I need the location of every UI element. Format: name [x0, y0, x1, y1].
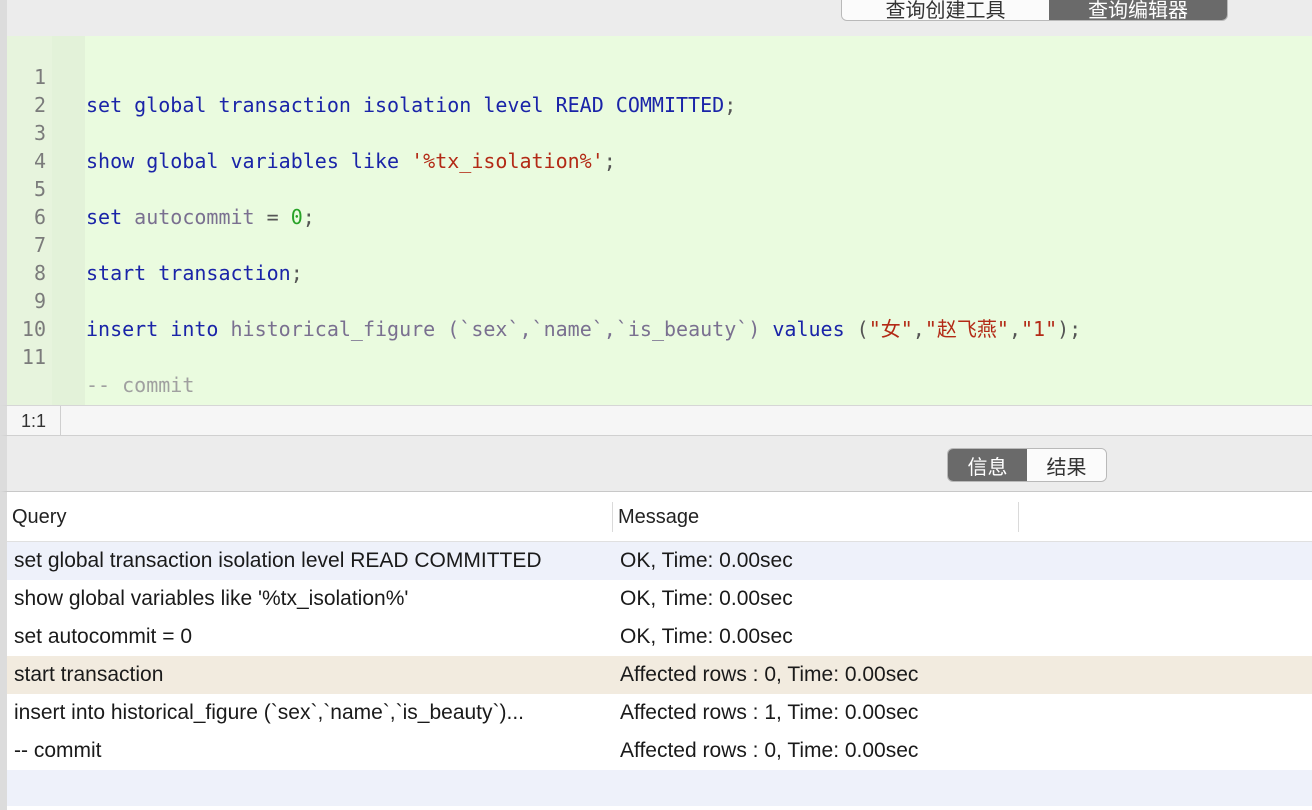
sql-editor[interactable]: 1 set global transaction isolation level… — [0, 36, 1312, 405]
tab-query-editor[interactable]: 查询编辑器 — [1049, 0, 1227, 20]
code-line: 8 — [7, 231, 1307, 285]
cell-query: -- commit — [14, 739, 102, 762]
cell-message: Affected rows : 0, Time: 0.00sec — [620, 739, 919, 762]
results-toolbar: 信息 结果 — [0, 436, 1312, 492]
cell-message: Affected rows : 0, Time: 0.00sec — [620, 663, 919, 686]
table-row[interactable]: insert into historical_figure (`sex`,`na… — [7, 694, 1312, 732]
code-line: 10 — [7, 287, 1307, 341]
empty-table-row — [7, 770, 1312, 806]
column-header-message[interactable]: Message — [613, 502, 699, 532]
cell-query: set global transaction isolation level R… — [14, 549, 542, 572]
cell-message: Affected rows : 1, Time: 0.00sec — [620, 701, 919, 724]
line-number: 11 — [21, 345, 46, 369]
cell-query: set autocommit = 0 — [14, 625, 192, 648]
table-row[interactable]: set autocommit = 0 OK, Time: 0.00sec — [7, 618, 1312, 656]
table-row[interactable]: start transaction Affected rows : 0, Tim… — [7, 656, 1312, 694]
table-row[interactable]: show global variables like '%tx_isolatio… — [7, 580, 1312, 618]
query-mode-switcher: 查询创建工具 查询编辑器 — [841, 0, 1228, 21]
results-table: Query Message set global transaction iso… — [0, 492, 1312, 810]
code-line: 1 set global transaction isolation level… — [7, 35, 1307, 117]
cell-query: start transaction — [14, 663, 164, 686]
cell-message: OK, Time: 0.00sec — [620, 587, 793, 610]
cell-message: OK, Time: 0.00sec — [620, 549, 793, 572]
code-line: 3 show global variables like '%tx_isolat… — [7, 91, 1307, 173]
code-line: 5 set autocommit = 0; — [7, 147, 1307, 229]
code-line: 7 start transaction; — [7, 203, 1307, 285]
cell-query: insert into historical_figure (`sex`,`na… — [14, 701, 525, 724]
code-line: 6 — [7, 175, 1307, 229]
code-line: 9 insert into historical_figure (`sex`,`… — [7, 259, 1307, 341]
editor-status-bar: 1:1 — [0, 405, 1312, 436]
sql-comment: -- commit — [86, 373, 195, 397]
cell-query: show global variables like '%tx_isolatio… — [14, 587, 409, 610]
code-line: 4 — [7, 119, 1307, 173]
cell-message: OK, Time: 0.00sec — [620, 625, 793, 648]
top-toolbar: 查询创建工具 查询编辑器 — [0, 0, 1312, 36]
table-row[interactable]: set global transaction isolation level R… — [7, 542, 1312, 580]
table-header: Query Message — [7, 492, 1312, 542]
column-divider[interactable] — [1018, 502, 1019, 532]
column-header-query[interactable]: Query — [7, 502, 66, 532]
result-view-switcher: 信息 结果 — [947, 448, 1107, 482]
tab-info[interactable]: 信息 — [948, 449, 1027, 481]
code-line: 2 — [7, 63, 1307, 117]
code-line: 11 -- commit — [7, 315, 1307, 397]
tab-result[interactable]: 结果 — [1027, 449, 1106, 481]
cursor-position: 1:1 — [7, 406, 61, 435]
table-row[interactable]: -- commit Affected rows : 0, Time: 0.00s… — [7, 732, 1312, 770]
tab-query-builder[interactable]: 查询创建工具 — [842, 0, 1049, 20]
